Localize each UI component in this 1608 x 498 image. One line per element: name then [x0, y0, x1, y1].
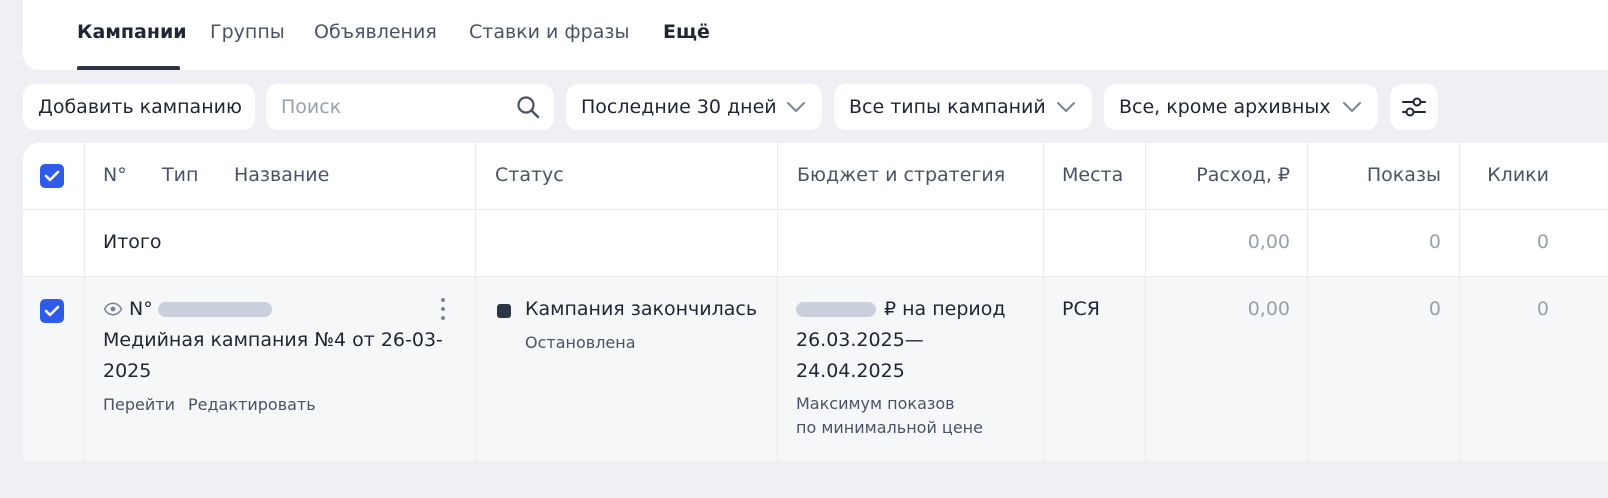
- strategy-line1: Максимум показов: [796, 394, 955, 413]
- strategy-line2: по минимальной цене: [796, 418, 983, 437]
- tab-bids-phrases[interactable]: Ставки и фразы: [469, 21, 629, 43]
- tab-campaigns[interactable]: Кампании: [77, 21, 187, 43]
- column-header-name[interactable]: Название: [234, 164, 329, 186]
- chevron-down-icon: [1343, 102, 1361, 112]
- column-header-num[interactable]: N°: [103, 164, 127, 186]
- table-row[interactable]: N° Медийная кампания №4 от 26-03- 2025 П…: [23, 277, 1608, 461]
- tab-more[interactable]: Ещё: [663, 21, 710, 43]
- search-icon[interactable]: [516, 95, 540, 119]
- total-clicks: 0: [1536, 231, 1549, 253]
- checkmark-icon: [44, 170, 60, 182]
- sliders-icon: [1402, 97, 1426, 117]
- more-actions-icon[interactable]: [440, 298, 446, 324]
- go-to-campaign-link[interactable]: Перейти: [103, 395, 175, 414]
- campaign-number-prefix: N°: [129, 298, 153, 320]
- active-tab-indicator: [77, 66, 180, 70]
- column-header-places[interactable]: Места: [1062, 164, 1123, 186]
- period-select-value: Последние 30 дней: [581, 96, 777, 118]
- campaign-status-sub: Остановлена: [525, 333, 636, 352]
- period-select[interactable]: Последние 30 дней: [566, 84, 822, 130]
- column-divider: [1307, 143, 1308, 461]
- table-header-row: N° Тип Название Статус Бюджет и стратеги…: [23, 143, 1608, 210]
- add-campaign-label: Добавить кампанию: [38, 96, 242, 118]
- campaign-number-redacted: [158, 302, 272, 317]
- add-campaign-button[interactable]: Добавить кампанию: [23, 84, 255, 130]
- column-header-spend[interactable]: Расход, ₽: [1145, 164, 1290, 186]
- search-input[interactable]: [281, 96, 501, 118]
- campaign-places: РСЯ: [1062, 298, 1100, 320]
- filter-settings-button[interactable]: [1390, 84, 1438, 130]
- column-divider: [84, 143, 85, 461]
- column-header-status[interactable]: Статус: [495, 164, 564, 186]
- column-divider: [1459, 143, 1460, 461]
- archive-filter-select-value: Все, кроме архивных: [1119, 96, 1331, 118]
- budget-period-label: ₽ на период: [884, 298, 1006, 320]
- column-divider: [475, 143, 476, 461]
- campaign-status: Кампания закончилась: [525, 298, 758, 320]
- checkmark-icon: [44, 305, 60, 317]
- column-header-impressions[interactable]: Показы: [1308, 164, 1441, 186]
- total-spend: 0,00: [1247, 231, 1290, 253]
- table-total-row: Итого 0,00 0 0: [23, 210, 1608, 277]
- campaign-types-select[interactable]: Все типы кампаний: [834, 84, 1092, 130]
- budget-period-end: 24.04.2025: [796, 360, 905, 382]
- chevron-down-icon: [1057, 102, 1075, 112]
- campaign-name-line2: 2025: [103, 360, 152, 382]
- column-header-type[interactable]: Тип: [162, 164, 198, 186]
- tab-groups[interactable]: Группы: [210, 21, 285, 43]
- tab-ads[interactable]: Объявления: [314, 21, 437, 43]
- campaigns-table: N° Тип Название Статус Бюджет и стратеги…: [23, 143, 1608, 461]
- chevron-down-icon: [787, 102, 805, 112]
- search-box[interactable]: [266, 84, 554, 130]
- archive-filter-select[interactable]: Все, кроме архивных: [1104, 84, 1378, 130]
- column-header-budget[interactable]: Бюджет и стратегия: [797, 164, 1005, 186]
- column-divider: [1043, 143, 1044, 461]
- total-impressions: 0: [1428, 231, 1441, 253]
- select-all-checkbox[interactable]: [40, 164, 64, 188]
- campaign-impressions: 0: [1428, 298, 1441, 320]
- column-divider: [1145, 143, 1146, 461]
- column-divider: [777, 143, 778, 461]
- total-label: Итого: [103, 231, 162, 253]
- campaign-spend: 0,00: [1247, 298, 1290, 320]
- budget-period-start: 26.03.2025—: [796, 329, 924, 351]
- row-checkbox[interactable]: [40, 299, 64, 323]
- edit-campaign-link[interactable]: Редактировать: [188, 395, 316, 414]
- eye-icon: [103, 302, 123, 316]
- campaign-types-select-value: Все типы кампаний: [849, 96, 1046, 118]
- campaign-name-line1: Медийная кампания №4 от 26-03-: [103, 329, 443, 351]
- campaign-clicks: 0: [1536, 298, 1549, 320]
- column-header-clicks[interactable]: Клики: [1460, 164, 1549, 186]
- budget-amount-redacted: [796, 302, 876, 317]
- status-stopped-icon: [497, 304, 511, 318]
